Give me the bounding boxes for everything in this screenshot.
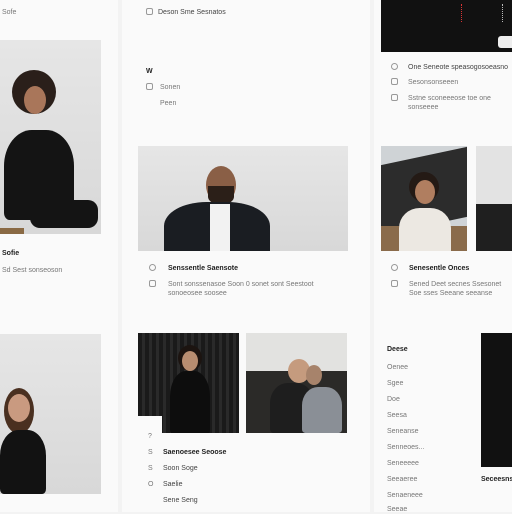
info-icon (149, 264, 156, 271)
face (182, 351, 198, 371)
side-item[interactable]: Oenee (387, 363, 408, 372)
card2-desc: Sont sonssenasoe Soon 0 sonet sont Seest… (168, 281, 314, 297)
comment-icon (149, 280, 156, 287)
face (8, 394, 30, 422)
face (24, 86, 46, 114)
card4-title[interactable]: One Seneote speasogosoeasno (408, 63, 508, 72)
comment-icon (391, 94, 398, 101)
card4-desc: Sesonsonseeen (408, 79, 459, 86)
body-2 (302, 387, 342, 433)
ui-dots (461, 4, 503, 22)
list-icon-1: ? (148, 433, 152, 440)
shirt (210, 204, 230, 251)
side-list-heading: Deese (387, 346, 408, 353)
home-icon[interactable] (146, 8, 153, 15)
photo-partial-right[interactable] (476, 146, 512, 251)
side-item[interactable]: Seeae (387, 505, 407, 514)
nav-item-2[interactable]: Sonen (160, 83, 180, 92)
list-item-4[interactable]: Sene Seng (163, 496, 198, 505)
list-icon-2: S (148, 449, 153, 456)
legs (30, 200, 98, 228)
list-item-2[interactable]: Soon Soge (163, 464, 198, 473)
list-item-3[interactable]: Saelie (163, 480, 182, 489)
side-item[interactable]: Senneoes... (387, 443, 424, 452)
comment-icon (391, 280, 398, 287)
card3-title[interactable]: Senesentle Onces (409, 264, 469, 273)
top-left-label: Sofe (2, 9, 17, 16)
outfit (0, 430, 46, 494)
top-right-photo[interactable] (381, 0, 512, 52)
white-block (138, 416, 162, 433)
side-item[interactable]: Doe (387, 395, 400, 404)
center-column (122, 0, 370, 512)
card1-subtitle: Sd Sest sonseoson (2, 267, 63, 274)
dark-object (476, 204, 512, 251)
info-icon (391, 63, 398, 70)
list-icon-3: S (148, 465, 153, 472)
side-item[interactable]: Seesa (387, 411, 407, 420)
stool (0, 228, 24, 234)
top (399, 208, 451, 251)
side-item[interactable]: Sgee (387, 379, 403, 388)
side-item[interactable]: Senaeneee (387, 491, 423, 500)
side-item[interactable]: Seneanse (387, 427, 419, 436)
photo-man-suit[interactable] (138, 146, 348, 251)
photo-couple[interactable] (246, 333, 347, 433)
photo-woman-building[interactable] (381, 146, 467, 251)
nav-item-w[interactable]: W (146, 67, 153, 76)
photo-woman-glasses[interactable] (0, 334, 101, 494)
dress (170, 371, 210, 433)
face (415, 180, 435, 204)
card3-desc: Sened Deet secnes Ssesonet Soe sses Seea… (409, 281, 502, 297)
card2-title[interactable]: Senssentle Saensote (168, 264, 238, 273)
face-2 (306, 365, 322, 385)
photo-right-bottom[interactable] (481, 333, 512, 467)
side-item[interactable]: Seneeeee (387, 459, 419, 468)
card1-title[interactable]: Sofie (2, 249, 19, 258)
scroll-handle[interactable] (498, 36, 512, 48)
card4-desc2: Sstne sconeeeose toe one sonseeee (408, 95, 491, 111)
list-item-1[interactable]: Saenoesee Seoose (163, 448, 226, 457)
nav-icon (146, 83, 153, 90)
nav-item-3[interactable]: Peen (160, 99, 176, 108)
photo-woman-seated[interactable] (0, 40, 101, 234)
top-center-label[interactable]: Deson Sme Sesnatos (158, 8, 226, 17)
list-icon-4: O (148, 481, 154, 488)
info-icon (391, 264, 398, 271)
doc-icon (391, 78, 398, 85)
right-bottom-label[interactable]: Seceesnsd (481, 475, 512, 484)
side-item[interactable]: Seeaeree (387, 475, 417, 484)
